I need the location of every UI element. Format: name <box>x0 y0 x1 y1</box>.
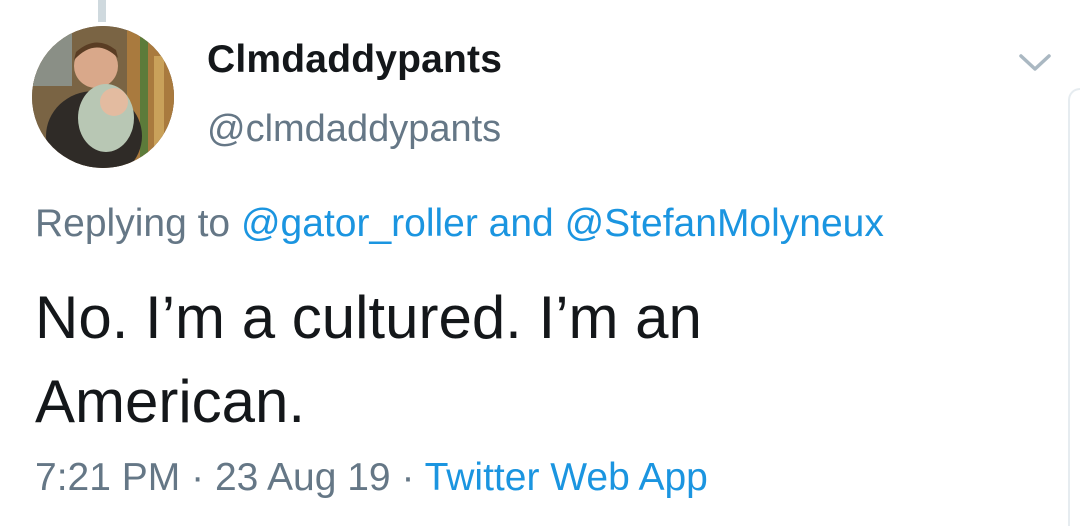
replying-to-label: Replying to <box>35 202 231 245</box>
user-handle[interactable]: @clmdaddypants <box>207 108 501 151</box>
tweet-text-line-1: No. I’m a cultured. I’m an <box>35 284 702 351</box>
tweet-text: No. I’m a cultured. I’m an American. <box>35 276 1035 444</box>
meta-separator-2: · <box>401 456 415 499</box>
thread-connector-line <box>98 0 106 22</box>
meta-separator-1: · <box>191 456 205 499</box>
mention-link-gator-roller[interactable]: @gator_roller <box>241 202 478 245</box>
replying-and-label: and <box>488 202 554 245</box>
replying-to-line: Replying to @gator_roller and @StefanMol… <box>35 202 884 246</box>
avatar-photo <box>32 26 174 168</box>
chevron-down-icon[interactable] <box>1018 52 1052 74</box>
tweet-time[interactable]: 7:21 PM <box>35 456 180 499</box>
tweet-date[interactable]: 23 Aug 19 <box>215 456 391 499</box>
avatar[interactable] <box>32 26 174 168</box>
tweet-source-link[interactable]: Twitter Web App <box>425 456 708 499</box>
tweet-metadata: 7:21 PM · 23 Aug 19 · Twitter Web App <box>35 456 708 500</box>
tweet-text-line-2: American. <box>35 368 306 435</box>
display-name[interactable]: Clmdaddypants <box>207 38 502 82</box>
adjacent-panel-edge <box>1068 88 1080 526</box>
mention-link-stefan-molyneux[interactable]: @StefanMolyneux <box>565 202 884 245</box>
